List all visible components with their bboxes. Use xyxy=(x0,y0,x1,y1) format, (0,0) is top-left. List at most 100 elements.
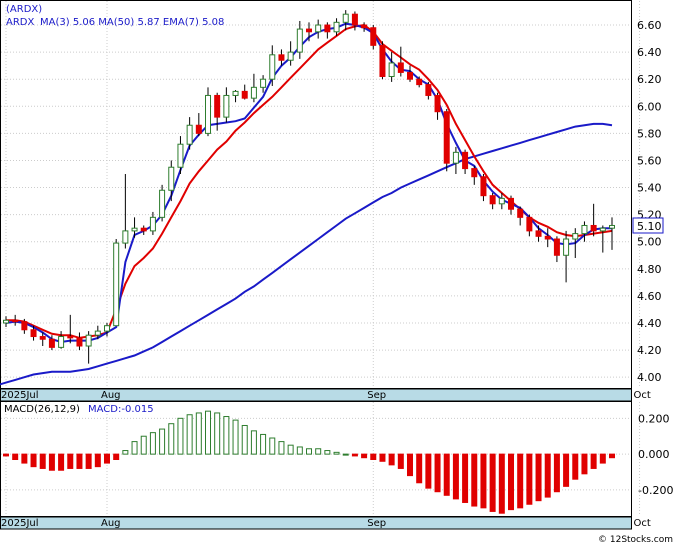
macd-bar-negative xyxy=(48,453,55,471)
macd-bar-negative xyxy=(434,453,441,493)
candle-body-up xyxy=(388,62,395,77)
macd-bar-positive xyxy=(306,448,312,455)
candle-body-up xyxy=(296,28,303,53)
macd-bar-positive xyxy=(122,450,129,455)
candle-body-down xyxy=(241,90,248,99)
candle-body-down xyxy=(508,197,514,210)
candle-body-down xyxy=(67,336,74,339)
macd-bar-negative xyxy=(443,453,450,496)
macd-bar-positive xyxy=(250,430,257,455)
macd-bar-positive xyxy=(186,414,193,455)
candle-body-up xyxy=(609,224,615,229)
candle-body-down xyxy=(544,235,551,240)
macd-title: MACD(26,12,9) xyxy=(4,404,80,415)
candle-body-up xyxy=(269,54,276,80)
macd-bar-negative xyxy=(388,453,395,466)
price-ytick-label: 4.20 xyxy=(637,344,662,357)
candle-body-up xyxy=(131,227,138,232)
macd-bar-negative xyxy=(590,453,597,469)
macd-bar-positive xyxy=(287,444,294,455)
candle-body-up xyxy=(122,230,129,244)
macd-bar-positive xyxy=(140,435,147,455)
macd-bar-negative xyxy=(508,453,514,511)
macd-bar-negative xyxy=(498,453,505,514)
macd-bar-positive xyxy=(315,448,322,455)
macd-ytick-label: 0.200 xyxy=(638,412,670,425)
price-ytick-label: 6.00 xyxy=(637,100,662,113)
candle-body-down xyxy=(462,151,469,170)
candle-body-down xyxy=(590,224,597,232)
macd-bar-positive xyxy=(223,416,230,455)
candle-body-down xyxy=(12,319,19,323)
macd-xaxis-band xyxy=(0,516,632,530)
price-ytick-label: 5.60 xyxy=(637,154,662,167)
macd-bar-positive xyxy=(149,432,156,455)
candle-body-up xyxy=(205,94,211,134)
candle-body-up xyxy=(572,233,579,240)
macd-xtick-label: Sep xyxy=(367,518,386,529)
price-ytick-label: 5.00 xyxy=(637,236,662,249)
macd-bar-negative xyxy=(581,453,588,475)
candle xyxy=(113,239,120,327)
candle-body-down xyxy=(489,195,496,205)
candle-body-down xyxy=(306,28,312,33)
candle-body-down xyxy=(416,78,423,86)
chart-svg: 6.606.406.206.005.805.605.405.205.004.80… xyxy=(0,0,673,545)
macd-bar-positive xyxy=(177,417,184,455)
macd-bar-positive xyxy=(260,433,267,455)
macd-bar-positive xyxy=(205,410,211,455)
macd-bar-positive xyxy=(333,451,340,455)
macd-bar-negative xyxy=(462,453,469,503)
candle-body-up xyxy=(58,336,65,348)
macd-bar-negative xyxy=(553,453,560,493)
ticker-label: (ARDX) xyxy=(6,4,42,15)
macd-bar-negative xyxy=(113,453,120,460)
candle-body-up xyxy=(232,90,239,96)
candle-body-down xyxy=(526,216,533,232)
candle-body-down xyxy=(324,24,331,33)
price-xtick-label: Aug xyxy=(101,390,121,401)
candle-body-down xyxy=(21,321,28,331)
macd-xtick-label: Oct xyxy=(634,518,651,529)
candle-body-down xyxy=(480,176,487,197)
candle-body-down xyxy=(278,54,285,61)
candle-body-down xyxy=(553,238,560,256)
candle-body-up xyxy=(260,78,267,88)
macd-bar-negative xyxy=(572,453,579,480)
candle-body-down xyxy=(407,71,413,80)
macd-bar-negative xyxy=(609,453,615,459)
macd-bar-negative xyxy=(544,453,551,498)
macd-bar-negative xyxy=(58,453,65,471)
candle-body-up xyxy=(3,319,9,324)
macd-bar-negative xyxy=(489,453,496,512)
candle-body-down xyxy=(30,329,37,338)
candle-body-up xyxy=(250,86,257,99)
macd-ytick-label: -0.200 xyxy=(638,484,673,497)
candle-body-down xyxy=(76,337,83,347)
macd-bar-positive xyxy=(296,446,303,455)
price-ytick-label: 6.60 xyxy=(637,19,662,32)
candle-body-down xyxy=(361,24,368,29)
price-ytick-label: 4.60 xyxy=(637,290,662,303)
macd-bar-negative xyxy=(526,453,533,505)
candle-body-up xyxy=(168,166,175,191)
price-ytick-label: 5.40 xyxy=(637,182,662,195)
macd-bar-negative xyxy=(30,453,37,468)
candle-body-up xyxy=(149,216,156,232)
macd-bar-negative xyxy=(397,453,404,469)
candle-body-down xyxy=(425,84,432,96)
candle xyxy=(443,108,450,172)
price-panel-frame xyxy=(0,0,632,389)
macd-bar-negative xyxy=(425,453,432,489)
candle-body-down xyxy=(351,13,358,26)
macd-bar-positive xyxy=(195,412,202,455)
candle xyxy=(370,25,377,50)
candle-body-up xyxy=(498,197,505,205)
price-xtick-label: Oct xyxy=(634,390,651,401)
candle-body-up xyxy=(186,124,193,145)
macd-bar-negative xyxy=(85,453,92,469)
macd-xtick-label: Aug xyxy=(101,518,121,529)
candle-body-down xyxy=(39,336,46,340)
macd-bar-negative xyxy=(21,453,28,464)
candle-body-up xyxy=(94,330,101,336)
